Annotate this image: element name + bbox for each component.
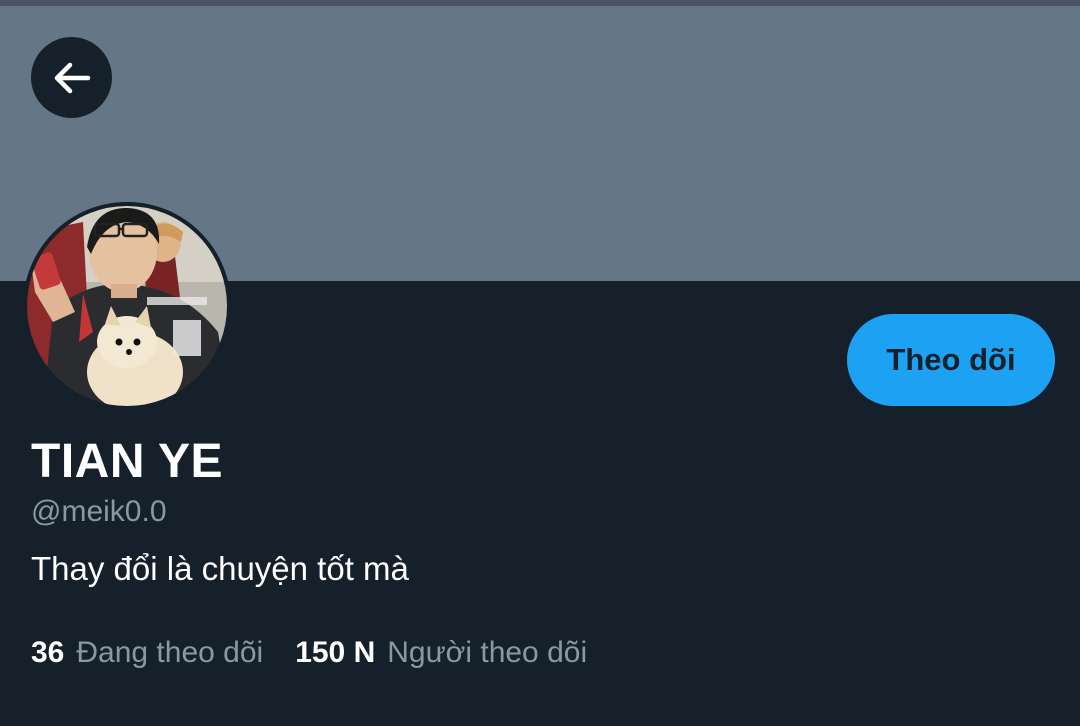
following-label: Đang theo dõi: [76, 636, 264, 669]
followers-label: Người theo dõi: [387, 636, 588, 669]
avatar-image: [23, 202, 231, 410]
profile-page: Theo dõi TIAN YE @meik0.0 Thay đổi là ch…: [0, 0, 1080, 726]
arrow-left-icon: [54, 62, 90, 93]
followers-link[interactable]: 150 N Người theo dõi: [295, 636, 587, 670]
followers-count: 150 N: [295, 636, 376, 669]
profile-handle: @meik0.0: [31, 495, 167, 528]
avatar[interactable]: [23, 202, 231, 410]
profile-bio: Thay đổi là chuyện tốt mà: [31, 550, 409, 587]
follow-button[interactable]: Theo dõi: [847, 314, 1055, 406]
following-count: 36: [31, 636, 65, 669]
profile-name: TIAN YE: [31, 435, 223, 488]
profile-stats: 36 Đang theo dõi 150 N Người theo dõi: [31, 636, 587, 670]
back-button[interactable]: [31, 37, 112, 118]
following-link[interactable]: 36 Đang theo dõi: [31, 636, 263, 670]
